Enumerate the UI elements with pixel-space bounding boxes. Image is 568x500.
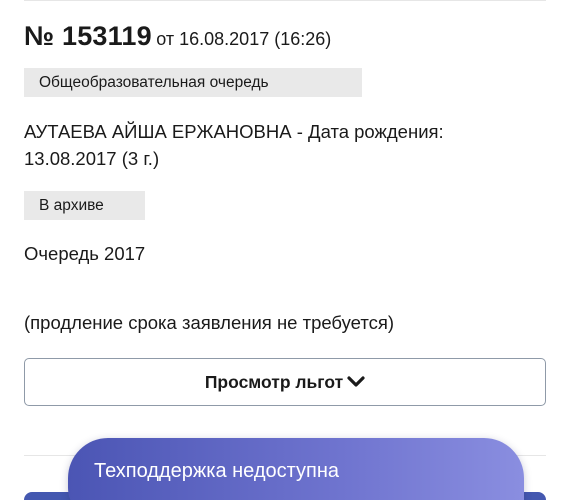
renewal-note: (продление срока заявления не требуется) — [24, 312, 395, 333]
application-number: № 153119 — [24, 21, 152, 51]
queue-year: Очередь 2017 — [24, 243, 146, 264]
view-benefits-button[interactable]: Просмотр льгот — [24, 358, 546, 406]
chevron-down-icon — [347, 376, 365, 387]
support-toast-text: Техподдержка недоступна — [94, 460, 340, 482]
top-divider — [24, 0, 546, 1]
support-toast[interactable]: Техподдержка недоступна — [68, 438, 524, 500]
application-date: от 16.08.2017 (16:26) — [156, 29, 332, 49]
status-badge: В архиве — [24, 191, 145, 220]
application-title: № 153119 от 16.08.2017 (16:26) — [24, 18, 331, 59]
view-benefits-label: Просмотр льгот — [204, 371, 344, 392]
child-info: АУТАЕВА АЙША ЕРЖАНОВНА - Дата рождения: … — [24, 121, 444, 169]
queue-type-badge: Общеобразовательная очередь — [24, 68, 362, 97]
